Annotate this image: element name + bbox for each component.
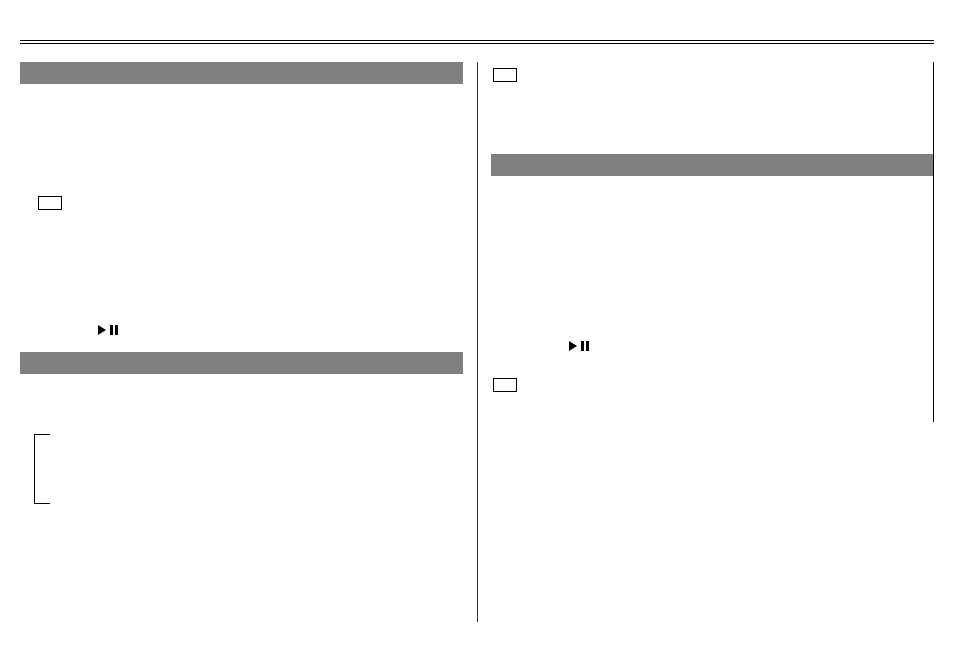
step-box-outline [493, 378, 517, 392]
right-column [491, 62, 934, 652]
step-number-box [493, 376, 934, 394]
section-header-bar [491, 154, 934, 176]
step-box-outline [493, 68, 517, 82]
step-box-outline [38, 196, 62, 210]
section-header-bar [20, 352, 463, 374]
play-pause-icon [569, 341, 589, 351]
left-column [20, 62, 463, 652]
play-pause-row [98, 322, 463, 340]
tall-box-outline [34, 434, 50, 504]
step-number-box [493, 66, 934, 84]
play-pause-row [569, 338, 934, 356]
step-number-tall-box [34, 434, 463, 509]
horizontal-rule-thin [20, 43, 934, 44]
step-number-box [38, 194, 463, 212]
right-edge-rule [933, 62, 934, 422]
horizontal-rule [20, 40, 934, 41]
page [20, 40, 934, 652]
play-pause-icon [98, 325, 118, 335]
columns [20, 62, 934, 652]
section-header-bar [20, 62, 463, 84]
